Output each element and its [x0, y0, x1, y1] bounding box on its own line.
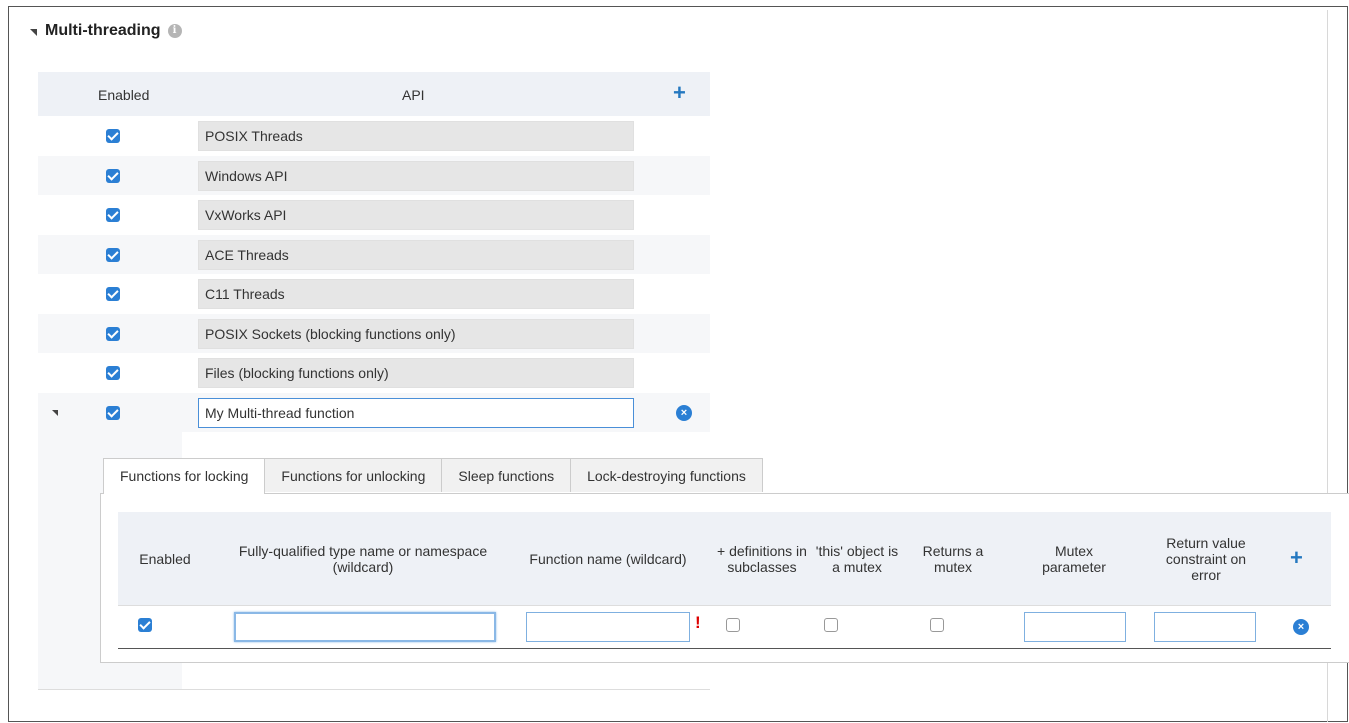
column-header-type-name: Fully-qualified type name or namespace (… — [238, 542, 488, 575]
api-row: VxWorks API — [38, 195, 710, 235]
function-name-input[interactable] — [526, 612, 690, 642]
return-constraint-input[interactable] — [1154, 612, 1256, 642]
api-name-field: Windows API — [198, 160, 634, 191]
remove-row-icon[interactable]: × — [676, 404, 692, 421]
enabled-checkbox[interactable] — [106, 326, 120, 341]
function-row: ! × — [118, 606, 1331, 649]
section-title: Multi-threading — [45, 22, 161, 39]
expand-triangle-icon[interactable] — [52, 409, 58, 416]
api-row: Windows API — [38, 155, 710, 195]
api-name-field: POSIX Sockets (blocking functions only) — [198, 318, 634, 349]
table-bottom-border — [38, 689, 710, 690]
api-name-field: C11 Threads — [198, 279, 634, 309]
enabled-checkbox[interactable] — [106, 405, 120, 420]
api-row: ACE Threads — [38, 234, 710, 274]
column-header-api: API — [402, 87, 425, 103]
collapse-triangle-icon[interactable] — [30, 29, 37, 36]
returns-mutex-checkbox[interactable] — [930, 618, 944, 632]
tab-sleep-functions[interactable]: Sleep functions — [441, 458, 572, 492]
enabled-checkbox[interactable] — [106, 247, 120, 262]
column-header-enabled: Enabled — [98, 87, 150, 103]
enabled-checkbox[interactable] — [106, 366, 120, 380]
tab-functions-for-unlocking[interactable]: Functions for unlocking — [264, 458, 443, 492]
add-function-button[interactable]: + — [1290, 547, 1303, 569]
api-name-field: ACE Threads — [198, 239, 634, 270]
tab-lock-destroying-functions[interactable]: Lock-destroying functions — [570, 458, 763, 492]
enabled-checkbox[interactable] — [106, 287, 120, 301]
custom-api-name-input[interactable]: My Multi-thread function — [198, 397, 634, 428]
section-header-multithreading[interactable]: Multi-threading i — [30, 22, 182, 40]
function-enabled-checkbox[interactable] — [138, 618, 152, 632]
column-header-this-is-mutex: 'this' object is a mutex — [815, 542, 899, 575]
api-name-field: VxWorks API — [198, 200, 634, 230]
column-header-enabled: Enabled — [139, 550, 191, 567]
column-header-definitions-in-subclasses: + definitions in subclasses — [717, 542, 807, 575]
tab-functions-for-locking[interactable]: Functions for locking — [103, 458, 266, 494]
api-table-header: Enabled API + — [38, 72, 710, 116]
enabled-checkbox[interactable] — [106, 129, 120, 143]
api-row: Files (blocking functions only) — [38, 353, 710, 393]
api-row: POSIX Sockets (blocking functions only) — [38, 313, 710, 353]
info-icon[interactable]: i — [167, 24, 182, 38]
api-row: POSIX Threads — [38, 116, 710, 156]
api-row-custom: My Multi-thread function × — [38, 392, 710, 432]
tab-bar: Functions for locking Functions for unlo… — [103, 458, 763, 494]
api-row: C11 Threads — [38, 274, 710, 314]
type-name-input[interactable] — [234, 612, 496, 642]
api-name-field: Files (blocking functions only) — [198, 358, 634, 388]
functions-table-header: Enabled Fully-qualified type name or nam… — [118, 512, 1331, 606]
enabled-checkbox[interactable] — [106, 208, 120, 222]
definitions-in-subclasses-checkbox[interactable] — [726, 618, 740, 632]
mutex-parameter-input[interactable] — [1024, 612, 1126, 642]
add-api-button[interactable]: + — [673, 82, 686, 104]
this-is-mutex-checkbox[interactable] — [824, 618, 838, 632]
api-table: Enabled API + POSIX Threads Windows API … — [38, 72, 710, 432]
column-header-return-constraint: Return value constraint on error — [1165, 534, 1247, 583]
api-name-field: POSIX Threads — [198, 121, 634, 151]
column-header-returns-mutex: Returns a mutex — [922, 542, 984, 575]
column-header-mutex-parameter: Mutex parameter — [1042, 542, 1106, 575]
warning-icon: ! — [695, 613, 701, 632]
column-header-function-name: Function name (wildcard) — [529, 550, 687, 567]
remove-function-icon[interactable]: × — [1293, 619, 1309, 635]
enabled-checkbox[interactable] — [106, 168, 120, 183]
